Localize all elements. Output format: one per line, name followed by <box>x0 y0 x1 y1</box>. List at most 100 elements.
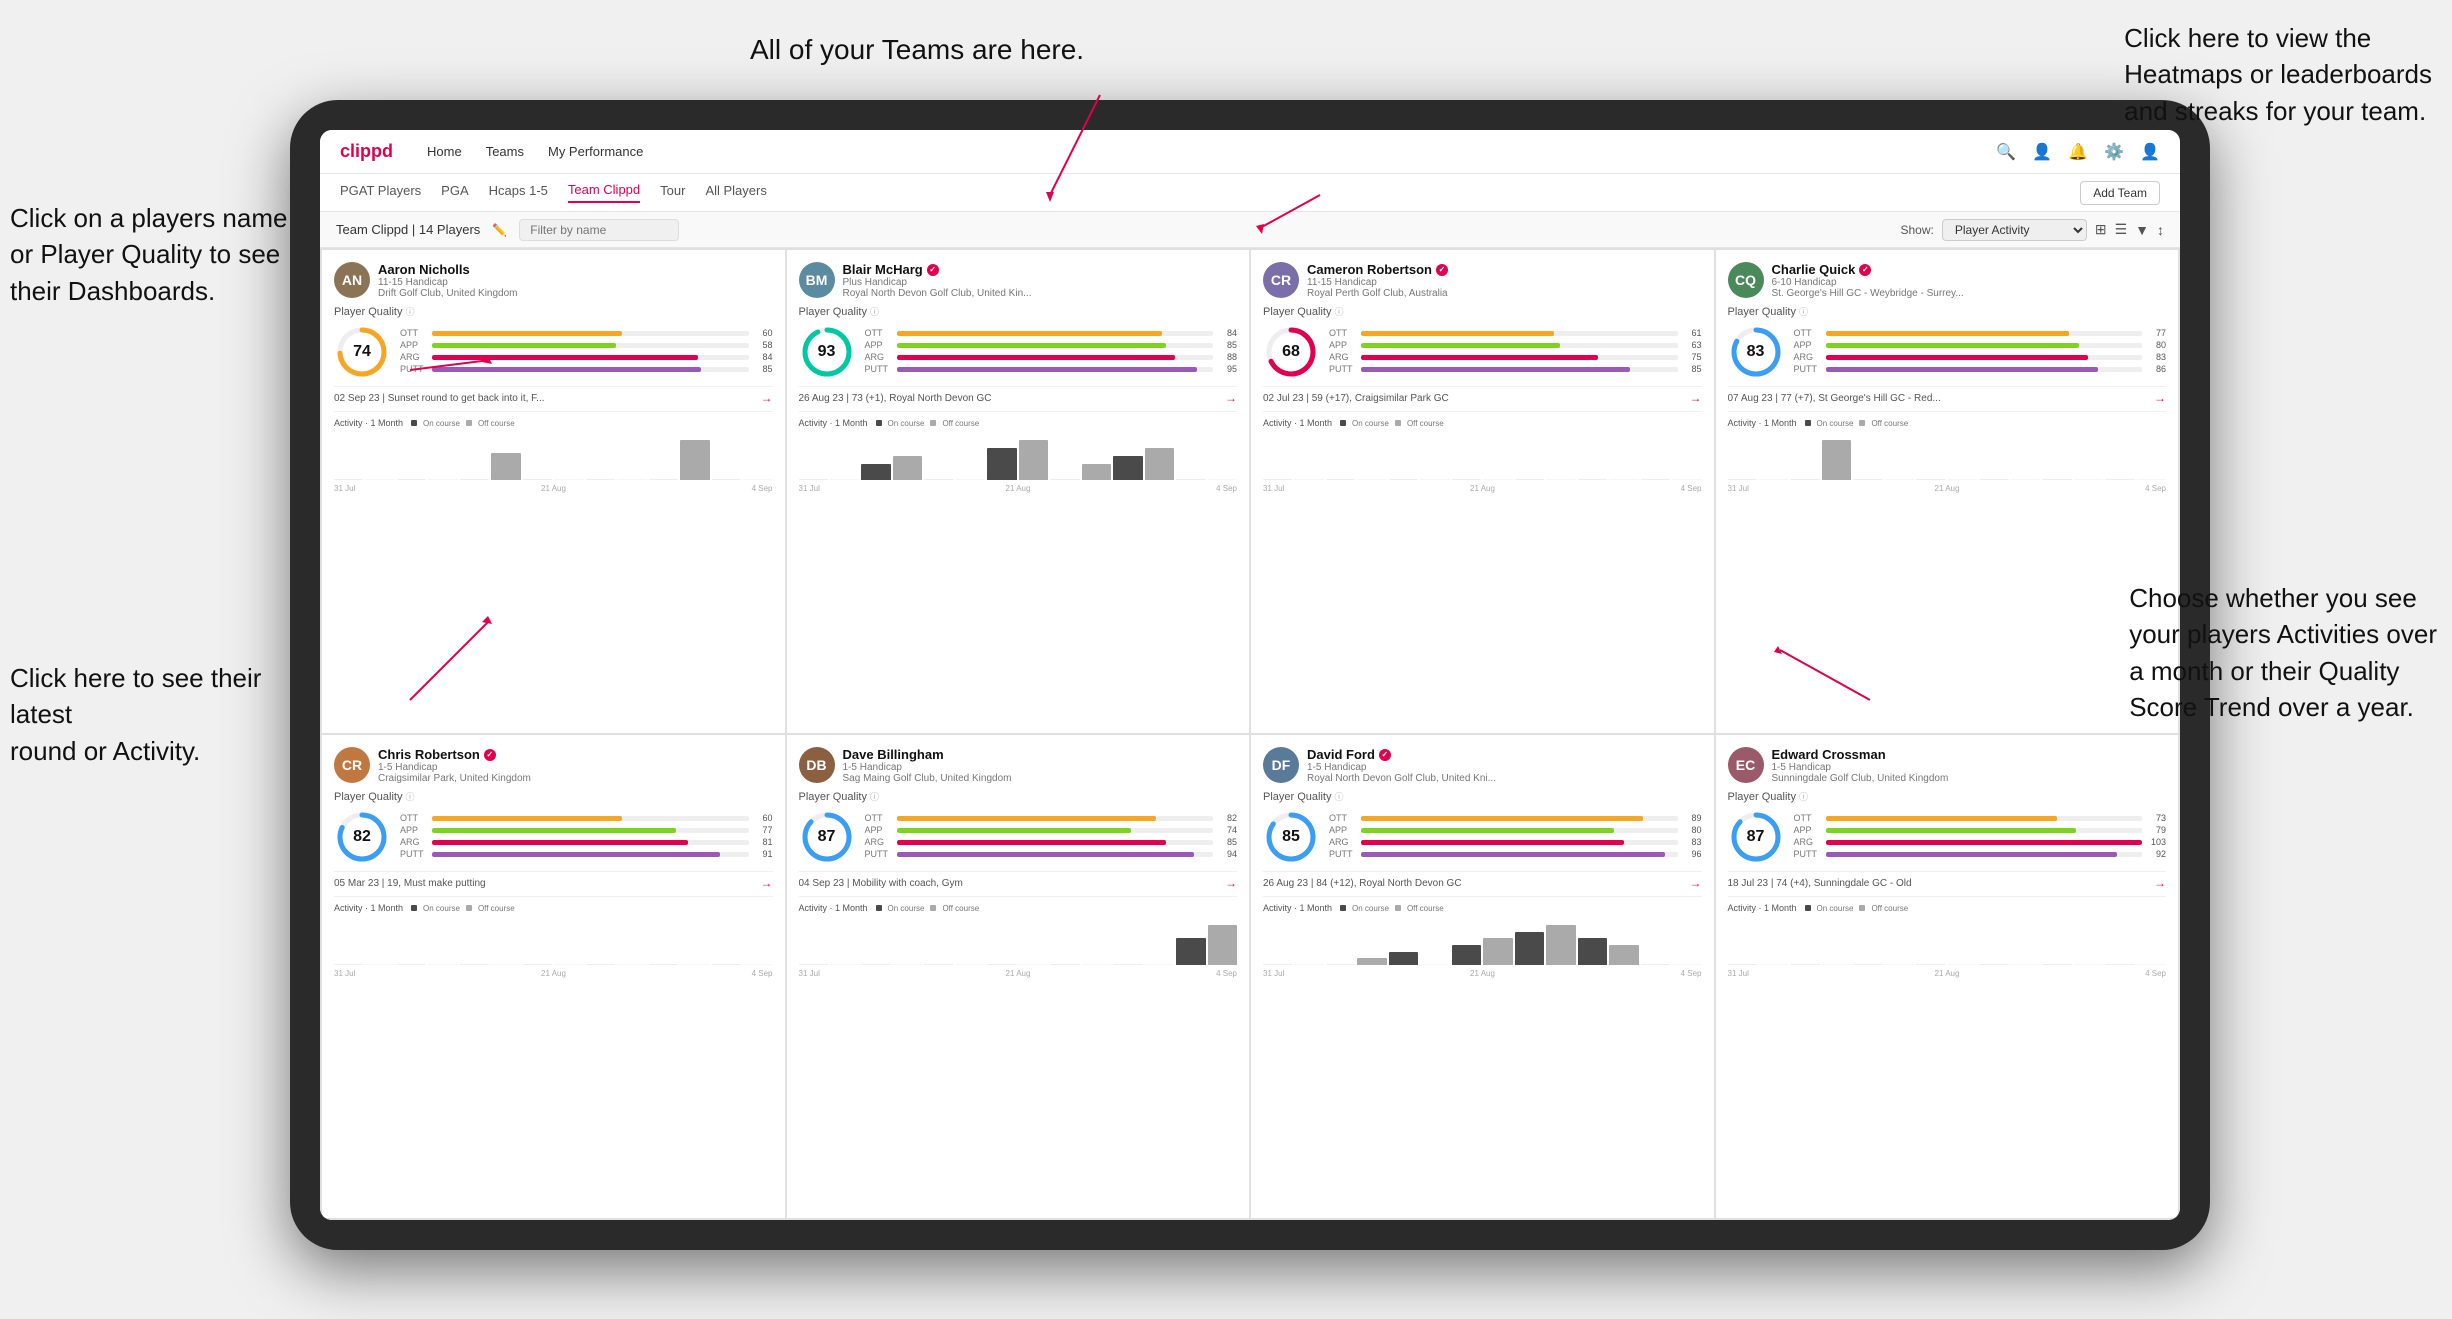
list-view-icon[interactable]: ☰ <box>2115 221 2128 238</box>
grid-view-icon[interactable]: ⊞ <box>2095 221 2107 238</box>
activity-section: Activity · 1 Month On course Off course … <box>1728 411 2167 493</box>
player-name[interactable]: Chris Robertson ✓ <box>378 747 773 762</box>
oncourse-dot <box>1805 420 1811 426</box>
player-card[interactable]: EC Edward Crossman 1-5 Handicap Sunningd… <box>1716 735 2179 1218</box>
quality-circle[interactable]: 87 <box>799 809 855 865</box>
latest-round[interactable]: 02 Sep 23 | Sunset round to get back int… <box>334 386 773 405</box>
tab-pga[interactable]: PGA <box>441 183 468 202</box>
latest-round[interactable]: 07 Aug 23 | 77 (+7), St George's Hill GC… <box>1728 386 2167 405</box>
quality-circle[interactable]: 93 <box>799 324 855 380</box>
player-name[interactable]: Aaron Nicholls <box>378 262 773 277</box>
round-arrow-icon[interactable]: → <box>2154 876 2166 890</box>
activity-legend: On course Off course <box>1340 419 1444 428</box>
tab-all-players[interactable]: All Players <box>705 183 766 202</box>
round-arrow-icon[interactable]: → <box>1690 876 1702 890</box>
chart-bar <box>893 456 922 480</box>
tab-pgat[interactable]: PGAT Players <box>340 183 421 202</box>
player-avatar: CQ <box>1728 262 1764 298</box>
user-icon[interactable]: 👤 <box>2032 142 2052 162</box>
player-name[interactable]: Charlie Quick ✓ <box>1772 262 2167 277</box>
nav-home[interactable]: Home <box>427 144 462 159</box>
quality-circle[interactable]: 74 <box>334 324 390 380</box>
quality-container[interactable]: 87 OTT 73 APP 79 ARG <box>1728 809 2167 865</box>
filter-icon[interactable]: ▼ <box>2135 222 2149 238</box>
avatar-icon[interactable]: 👤 <box>2140 142 2160 162</box>
latest-round[interactable]: 02 Jul 23 | 59 (+17), Craigsimilar Park … <box>1263 386 1702 405</box>
chart-date: 31 Jul <box>334 484 355 493</box>
tab-team-clippd[interactable]: Team Clippd <box>568 182 640 203</box>
chart-bar <box>1176 479 1205 480</box>
chart-date: 31 Jul <box>799 484 820 493</box>
tab-hcaps[interactable]: Hcaps 1-5 <box>489 183 548 202</box>
chart-bar <box>1728 479 1757 480</box>
chart-bar <box>1672 479 1701 480</box>
player-card[interactable]: CR Cameron Robertson ✓ 11-15 Handicap Ro… <box>1251 250 1714 733</box>
player-name[interactable]: David Ford ✓ <box>1307 747 1702 762</box>
stat-label-ott: OTT <box>400 328 428 338</box>
oncourse-label: On course <box>423 419 460 428</box>
quality-container[interactable]: 85 OTT 89 APP 80 ARG <box>1263 809 1702 865</box>
latest-round[interactable]: 26 Aug 23 | 84 (+12), Royal North Devon … <box>1263 871 1702 890</box>
quality-container[interactable]: 87 OTT 82 APP 74 ARG <box>799 809 1238 865</box>
player-header: BM Blair McHarg ✓ Plus Handicap Royal No… <box>799 262 1238 299</box>
chart-bar <box>2074 479 2103 480</box>
round-arrow-icon[interactable]: → <box>761 391 773 405</box>
add-team-button[interactable]: Add Team <box>2080 181 2160 205</box>
latest-round[interactable]: 18 Jul 23 | 74 (+4), Sunningdale GC - Ol… <box>1728 871 2167 890</box>
sort-icon[interactable]: ↕ <box>2157 222 2164 238</box>
player-name[interactable]: Cameron Robertson ✓ <box>1307 262 1702 277</box>
player-card[interactable]: DB Dave Billingham 1-5 Handicap Sag Main… <box>787 735 1250 1218</box>
offcourse-label: Off course <box>942 419 979 428</box>
quality-circle[interactable]: 85 <box>1263 809 1319 865</box>
chart-bar <box>1790 479 1819 480</box>
offcourse-label: Off course <box>1871 904 1908 913</box>
player-name[interactable]: Edward Crossman <box>1772 747 2167 762</box>
stat-value-putt: 92 <box>2146 849 2166 859</box>
player-card[interactable]: CQ Charlie Quick ✓ 6-10 Handicap St. Geo… <box>1716 250 2179 733</box>
latest-round[interactable]: 26 Aug 23 | 73 (+1), Royal North Devon G… <box>799 386 1238 405</box>
player-card[interactable]: AN Aaron Nicholls 11-15 Handicap Drift G… <box>322 250 785 733</box>
round-arrow-icon[interactable]: → <box>1690 391 1702 405</box>
quality-container[interactable]: 82 OTT 60 APP 77 ARG <box>334 809 773 865</box>
bell-icon[interactable]: 🔔 <box>2068 142 2088 162</box>
quality-container[interactable]: 74 OTT 60 APP 58 ARG <box>334 324 773 380</box>
chart-bar <box>1515 932 1544 965</box>
nav-my-performance[interactable]: My Performance <box>548 144 643 159</box>
round-arrow-icon[interactable]: → <box>761 876 773 890</box>
round-arrow-icon[interactable]: → <box>1225 391 1237 405</box>
round-arrow-icon[interactable]: → <box>1225 876 1237 890</box>
tab-tour[interactable]: Tour <box>660 183 685 202</box>
chart-bar <box>1546 925 1575 965</box>
edit-icon[interactable]: ✏️ <box>492 223 507 237</box>
settings-icon[interactable]: ⚙️ <box>2104 142 2124 162</box>
player-handicap: 1-5 Handicap <box>843 762 1238 773</box>
search-input[interactable] <box>519 219 679 241</box>
stat-label-ott: OTT <box>1329 328 1357 338</box>
quality-circle[interactable]: 87 <box>1728 809 1784 865</box>
show-label: Show: <box>1900 223 1933 237</box>
chart-date: 21 Aug <box>541 484 566 493</box>
round-arrow-icon[interactable]: → <box>2154 391 2166 405</box>
stat-bar-app <box>1361 828 1678 833</box>
search-icon[interactable]: 🔍 <box>1996 142 2016 162</box>
player-name[interactable]: Blair McHarg ✓ <box>843 262 1238 277</box>
nav-teams[interactable]: Teams <box>486 144 524 159</box>
chart-bar <box>1050 479 1079 480</box>
quality-circle[interactable]: 83 <box>1728 324 1784 380</box>
quality-container[interactable]: 68 OTT 61 APP 63 ARG <box>1263 324 1702 380</box>
player-name[interactable]: Dave Billingham <box>843 747 1238 762</box>
latest-round[interactable]: 05 Mar 23 | 19, Must make putting → <box>334 871 773 890</box>
quality-container[interactable]: 83 OTT 77 APP 80 ARG <box>1728 324 2167 380</box>
player-card[interactable]: DF David Ford ✓ 1-5 Handicap Royal North… <box>1251 735 1714 1218</box>
show-select[interactable]: Player Activity Quality Score Trend <box>1942 219 2087 241</box>
activity-legend: On course Off course <box>1340 904 1444 913</box>
offcourse-dot <box>1859 420 1865 426</box>
round-text: 26 Aug 23 | 84 (+12), Royal North Devon … <box>1263 878 1690 889</box>
latest-round[interactable]: 04 Sep 23 | Mobility with coach, Gym → <box>799 871 1238 890</box>
quality-container[interactable]: 93 OTT 84 APP 85 ARG <box>799 324 1238 380</box>
quality-circle[interactable]: 82 <box>334 809 390 865</box>
player-card[interactable]: CR Chris Robertson ✓ 1-5 Handicap Craigs… <box>322 735 785 1218</box>
player-card[interactable]: BM Blair McHarg ✓ Plus Handicap Royal No… <box>787 250 1250 733</box>
quality-circle[interactable]: 68 <box>1263 324 1319 380</box>
nav-logo[interactable]: clippd <box>340 141 393 162</box>
